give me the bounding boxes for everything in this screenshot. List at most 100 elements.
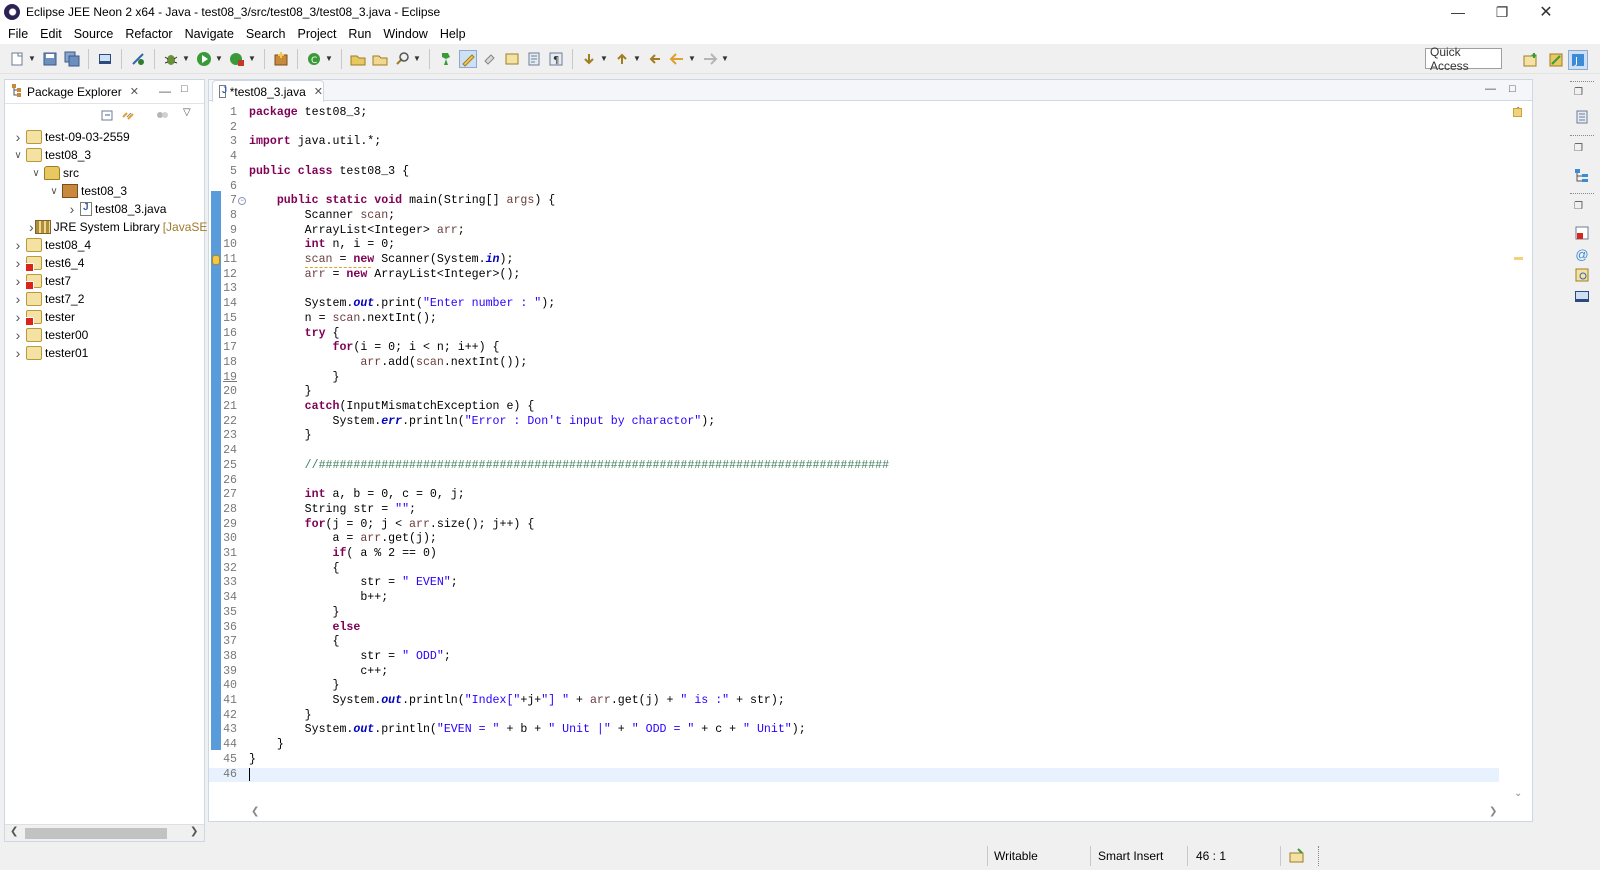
- tree-item[interactable]: › test6_4: [5, 254, 204, 272]
- quick-access-field[interactable]: Quick Access: [1425, 45, 1502, 73]
- code-line[interactable]: 7− public static void main(String[] args…: [209, 194, 1499, 209]
- code-line[interactable]: 23 }: [209, 429, 1499, 444]
- minimize-view-icon[interactable]: —: [159, 84, 171, 98]
- chevron-down-icon[interactable]: ∨: [11, 150, 25, 161]
- problems-icon[interactable]: [1574, 225, 1590, 241]
- scroll-down-icon[interactable]: ⌄: [1514, 788, 1522, 799]
- code-line[interactable]: 45}: [209, 753, 1499, 768]
- maximize-editor-icon[interactable]: □: [1509, 83, 1516, 95]
- forward-icon[interactable]: [701, 50, 719, 68]
- minimize-button[interactable]: —: [1436, 0, 1480, 24]
- menu-source[interactable]: Source: [68, 27, 120, 41]
- code-line[interactable]: 37 {: [209, 635, 1499, 650]
- code-line[interactable]: 21 catch(InputMismatchException e) {: [209, 400, 1499, 415]
- new-class-dropdown-icon[interactable]: ▼: [325, 50, 333, 68]
- menu-run[interactable]: Run: [342, 27, 377, 41]
- code-line[interactable]: 24: [209, 444, 1499, 459]
- code-line[interactable]: 13: [209, 282, 1499, 297]
- tree-item[interactable]: › test08_3.java: [5, 200, 204, 218]
- new-java-project-icon[interactable]: [272, 50, 290, 68]
- code-line[interactable]: 20 }: [209, 385, 1499, 400]
- search-icon[interactable]: [393, 50, 411, 68]
- declaration-icon[interactable]: [1574, 267, 1590, 283]
- debug-dropdown-icon[interactable]: ▼: [182, 50, 190, 68]
- scrollbar-thumb[interactable]: [25, 828, 167, 839]
- code-line[interactable]: 44 }: [209, 738, 1499, 753]
- previous-annotation-dropdown-icon[interactable]: ▼: [633, 50, 641, 68]
- code-line[interactable]: 29 for(j = 0; j < arr.size(); j++) {: [209, 518, 1499, 533]
- code-line[interactable]: 10 int n, i = 0;: [209, 238, 1499, 253]
- code-line[interactable]: 39 c++;: [209, 665, 1499, 680]
- code-line[interactable]: 38 str = " ODD";: [209, 650, 1499, 665]
- console-icon[interactable]: [1574, 289, 1590, 305]
- last-edit-location-icon[interactable]: [646, 50, 664, 68]
- code-line[interactable]: 5 public class test08_3 {: [209, 165, 1499, 180]
- forward-dropdown-icon[interactable]: ▼: [721, 50, 729, 68]
- chevron-right-icon[interactable]: ›: [11, 345, 25, 361]
- open-task-icon[interactable]: [371, 50, 389, 68]
- minimize-editor-icon[interactable]: —: [1485, 83, 1496, 95]
- package-explorer-horizontal-scrollbar[interactable]: ❮ ❯: [5, 824, 204, 841]
- toggle-block-selection-icon[interactable]: [481, 50, 499, 68]
- code-line[interactable]: 30 a = arr.get(j);: [209, 532, 1499, 547]
- code-line[interactable]: 15 n = scan.nextInt();: [209, 312, 1499, 327]
- package-explorer-tab[interactable]: Package Explorer ✕ — □: [5, 80, 204, 104]
- collapse-all-icon[interactable]: [101, 108, 115, 125]
- word-wrap-icon[interactable]: [525, 50, 543, 68]
- code-line[interactable]: 36 else: [209, 621, 1499, 636]
- tree-item[interactable]: › tester: [5, 308, 204, 326]
- focus-active-task-icon[interactable]: [155, 108, 169, 125]
- editor-horizontal-scrollbar[interactable]: ❮ ❯: [249, 804, 1504, 821]
- code-line[interactable]: 32 {: [209, 562, 1499, 577]
- code-line[interactable]: 6: [209, 180, 1499, 195]
- java-ee-perspective-icon[interactable]: [1546, 50, 1566, 70]
- scroll-left-icon[interactable]: ❮: [10, 826, 18, 837]
- tree-item[interactable]: › JRE System Library [JavaSE: [5, 218, 207, 236]
- toggle-mark-occurrences-icon[interactable]: [459, 49, 477, 68]
- tree-item[interactable]: › tester00: [5, 326, 204, 344]
- code-line[interactable]: 12 arr = new ArrayList<Integer>();: [209, 268, 1499, 283]
- editor-vertical-scrollbar[interactable]: ⌃ ⌄: [1506, 102, 1532, 802]
- chevron-right-icon[interactable]: ›: [65, 201, 79, 217]
- javadoc-icon[interactable]: @: [1574, 247, 1590, 263]
- code-line[interactable]: 16 try {: [209, 327, 1499, 342]
- java-perspective-icon[interactable]: J: [1568, 50, 1588, 70]
- tree-item[interactable]: › tester01: [5, 344, 204, 362]
- code-line[interactable]: 19 }: [209, 371, 1499, 386]
- code-line[interactable]: 33 str = " EVEN";: [209, 576, 1499, 591]
- new-dropdown-icon[interactable]: ▼: [28, 50, 36, 68]
- code-line[interactable]: 18 arr.add(scan.nextInt());: [209, 356, 1499, 371]
- new-icon[interactable]: [8, 50, 26, 68]
- menu-navigate[interactable]: Navigate: [179, 27, 240, 41]
- tree-item[interactable]: › test-09-03-2559: [5, 128, 204, 146]
- maximize-view-icon[interactable]: □: [181, 83, 188, 95]
- code-line[interactable]: 35 }: [209, 606, 1499, 621]
- code-line[interactable]: 1 package test08_3;: [209, 106, 1499, 121]
- scroll-right-icon[interactable]: ❯: [190, 826, 198, 837]
- tree-item[interactable]: ∨ test08_3: [5, 182, 204, 200]
- chevron-right-icon[interactable]: ›: [11, 129, 25, 145]
- code-line[interactable]: 14 System.out.print("Enter number : ");: [209, 297, 1499, 312]
- menu-file[interactable]: File: [2, 27, 34, 41]
- run-icon[interactable]: [195, 50, 213, 68]
- close-icon[interactable]: ✕: [130, 85, 139, 98]
- next-annotation-dropdown-icon[interactable]: ▼: [600, 50, 608, 68]
- open-perspective-icon[interactable]: [1520, 50, 1540, 70]
- code-editor[interactable]: 1 package test08_3; 2 3 import java.util.*; 4…: [209, 102, 1506, 792]
- code-line[interactable]: 8 Scanner scan;: [209, 209, 1499, 224]
- back-dropdown-icon[interactable]: ▼: [688, 50, 696, 68]
- save-icon[interactable]: [41, 50, 59, 68]
- chevron-right-icon[interactable]: ›: [11, 237, 25, 253]
- chevron-down-icon[interactable]: ∨: [29, 168, 43, 179]
- open-type-icon[interactable]: [349, 50, 367, 68]
- toggle-annotation-icon[interactable]: [437, 50, 455, 68]
- restore-button[interactable]: ❐: [1480, 0, 1524, 24]
- link-with-editor-icon[interactable]: [121, 108, 137, 125]
- code-line[interactable]: 42 }: [209, 709, 1499, 724]
- search-dropdown-icon[interactable]: ▼: [413, 50, 421, 68]
- tree-item[interactable]: › test7: [5, 272, 204, 290]
- view-menu-icon[interactable]: ▽: [183, 107, 191, 118]
- tree-item[interactable]: › test08_4: [5, 236, 204, 254]
- code-line[interactable]: 2: [209, 121, 1499, 136]
- code-line[interactable]: 11 scan = new Scanner(System.in);: [209, 253, 1499, 268]
